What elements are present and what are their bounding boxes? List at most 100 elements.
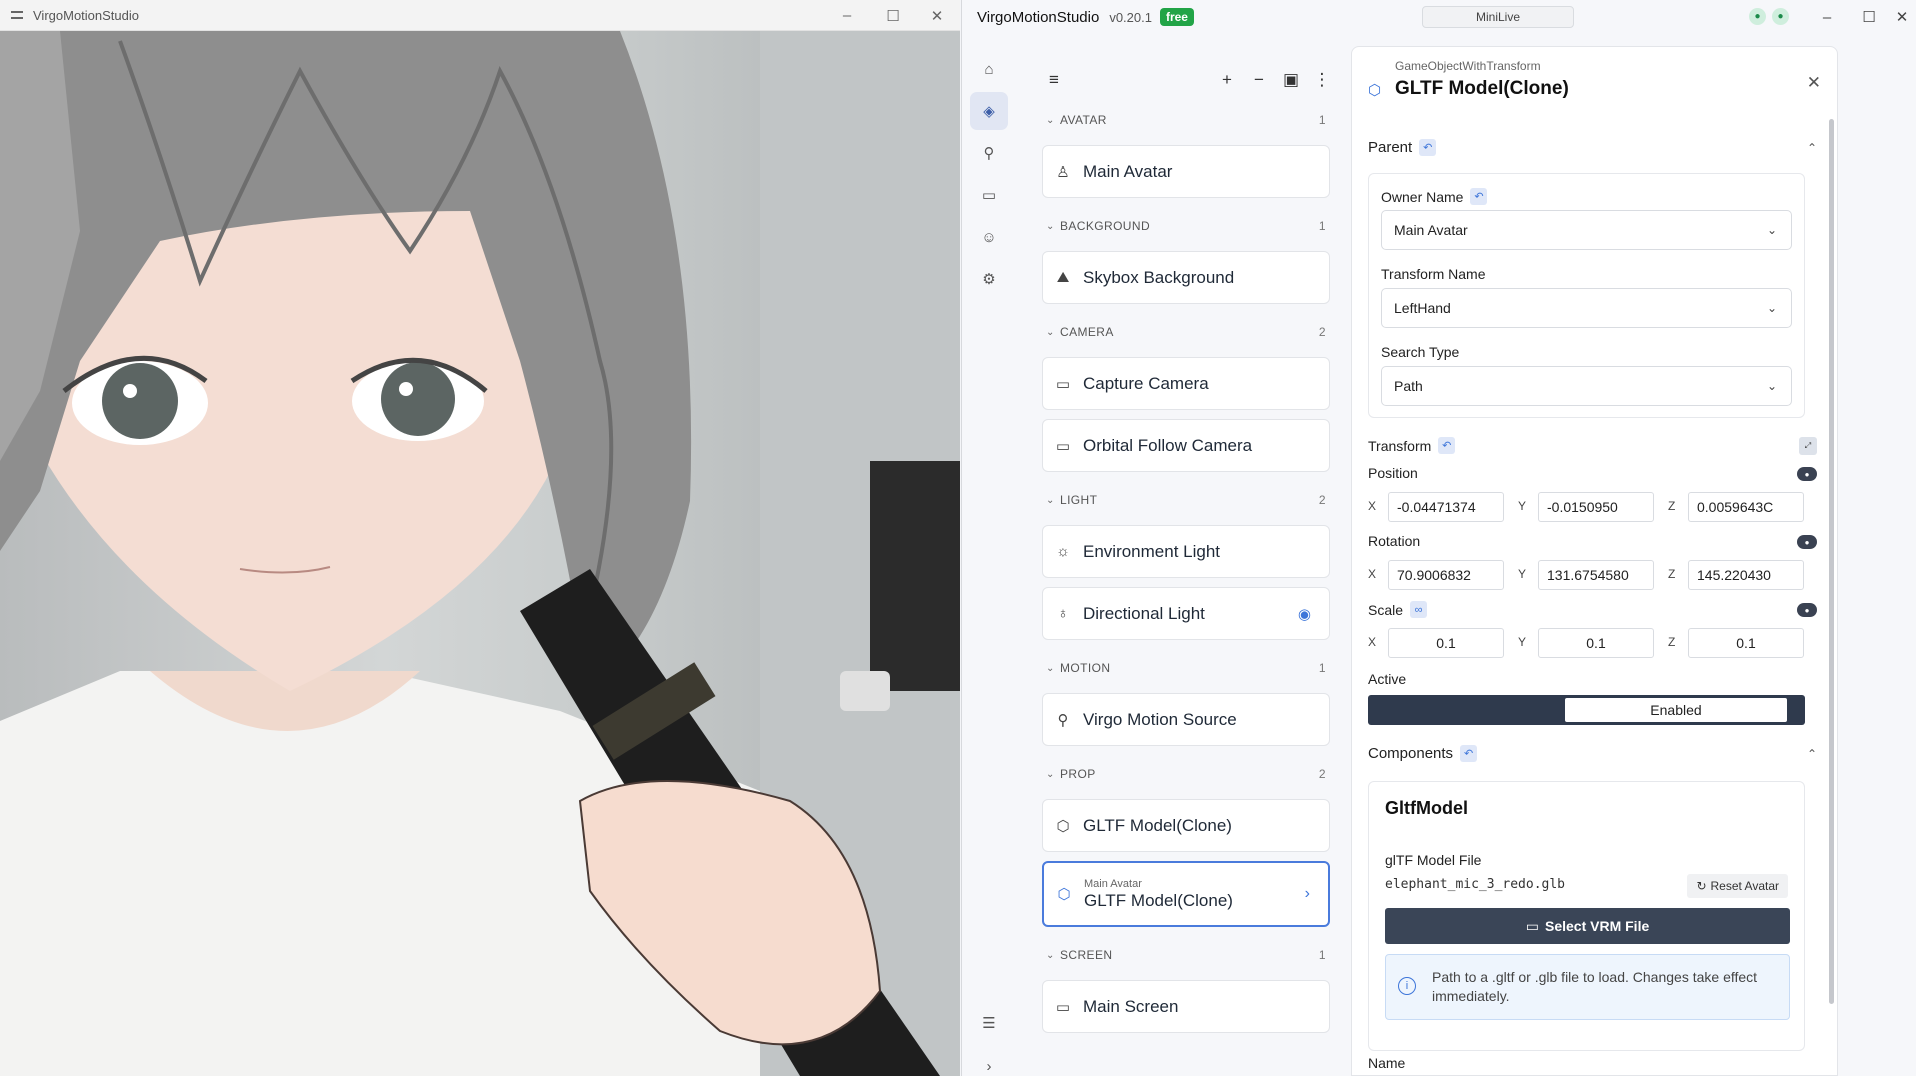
minimize-icon[interactable]: – [824,0,870,31]
file-label: glTF Model File [1385,852,1482,868]
name-label: Name [1368,1055,1406,1071]
expression-icon[interactable]: ☺ [970,218,1008,256]
section-count: 2 [1318,767,1326,781]
reset-icon[interactable]: ↶ [1470,188,1488,205]
minus-icon[interactable]: − [1247,68,1271,92]
status-tracking-icon[interactable]: ● [1772,8,1789,25]
chevron-down-icon: ⌄ [1046,494,1055,506]
list-item-skybox[interactable]: ⛰ Skybox Background [1042,251,1330,304]
section-background[interactable]: ⌄ BACKGROUND 1 [1046,216,1328,236]
owner-name-label: Owner Name ↶ [1381,188,1488,205]
link-icon[interactable]: ∞ [1410,601,1428,618]
link-toggle-icon[interactable]: ● [1797,603,1817,617]
position-z-input[interactable]: 0.0059643C [1688,492,1804,522]
monitor-icon: ▭ [1055,998,1071,1016]
viewport-window: VirgoMotionStudio – ☐ ✕ [0,0,960,1076]
scene-objects-icon[interactable]: ◈ [970,92,1008,130]
log-icon[interactable]: ☰ [970,1004,1008,1042]
list-item-motion-source[interactable]: ⚲ Virgo Motion Source [1042,693,1330,746]
home-icon[interactable]: ⌂ [970,50,1008,88]
list-item-gltf-model-selected[interactable]: ⬡ Main Avatar GLTF Model(Clone) › [1042,861,1330,927]
scale-x-input[interactable]: 0.1 [1388,628,1504,658]
reset-icon[interactable]: ↶ [1460,745,1478,762]
chevron-right-icon[interactable]: › [1305,885,1310,903]
avatar-render [0,31,960,1076]
search-type-label: Search Type [1381,344,1460,360]
app-minimize-icon[interactable]: – [1805,0,1849,34]
save-icon[interactable]: ▣ [1279,68,1303,92]
list-item-main-avatar[interactable]: ♙ Main Avatar [1042,145,1330,198]
info-icon: i [1398,977,1416,995]
chevron-up-icon[interactable]: ⌃ [1807,141,1817,155]
camera-icon[interactable]: ▭ [970,176,1008,214]
inspector-panel: ⬡ GameObjectWithTransform GLTF Model(Clo… [1351,46,1838,1076]
close-icon[interactable]: ✕ [914,0,960,31]
person-icon: ♙ [1056,163,1070,181]
settings-icon[interactable]: ⚙ [970,260,1008,298]
position-y-input[interactable]: -0.0150950 [1538,492,1654,522]
avatar-viewport[interactable] [0,31,960,1076]
video-icon: ▭ [1055,375,1071,393]
status-connection-icon[interactable]: ● [1749,8,1766,25]
object-type: GameObjectWithTransform [1395,59,1541,73]
app-name: VirgoMotionStudio [977,8,1100,26]
expand-icon[interactable]: ⤢ [1799,437,1817,455]
section-camera[interactable]: ⌄ CAMERA 2 [1046,322,1328,342]
visibility-eye-icon[interactable]: ◉ [1298,605,1311,623]
section-light[interactable]: ⌄ LIGHT 2 [1046,490,1328,510]
list-icon[interactable]: ≡ [1042,68,1066,92]
section-prop[interactable]: ⌄ PROP 2 [1046,764,1328,784]
rotation-z-input[interactable]: 145.220430 [1688,560,1804,590]
reset-icon[interactable]: ↶ [1419,139,1437,156]
section-screen[interactable]: ⌄ SCREEN 1 [1046,945,1328,965]
transform-name-select[interactable]: LeftHand ⌄ [1381,288,1792,328]
list-item-orbital-camera[interactable]: ▭ Orbital Follow Camera [1042,419,1330,472]
section-avatar[interactable]: ⌄ AVATAR 1 [1046,110,1328,130]
section-count: 2 [1318,325,1326,339]
chevron-down-icon: ⌄ [1766,379,1777,393]
rotation-y-input[interactable]: 131.6754580 [1538,560,1654,590]
rotation-x-input[interactable]: 70.9006832 [1388,560,1504,590]
gltfmodel-card: GltfModel glTF Model File elephant_mic_3… [1368,781,1805,1051]
more-vert-icon[interactable]: ⋮ [1310,68,1334,92]
section-motion[interactable]: ⌄ MOTION 1 [1046,658,1328,678]
expand-rail-icon[interactable]: › [970,1047,1008,1076]
maximize-icon[interactable]: ☐ [870,0,916,31]
scale-z-input[interactable]: 0.1 [1688,628,1804,658]
list-item-directional-light[interactable]: ♁ Directional Light ◉ [1042,587,1330,640]
plus-icon[interactable]: + [1215,68,1239,92]
minilive-button[interactable]: MiniLive [1422,6,1574,28]
link-toggle-icon[interactable]: ● [1797,535,1817,549]
inspector-title: GLTF Model(Clone) [1395,78,1569,99]
chevron-down-icon: ⌄ [1046,949,1055,961]
list-item-gltf-model[interactable]: ⬡ GLTF Model(Clone) [1042,799,1330,852]
link-toggle-icon[interactable]: ● [1797,467,1817,481]
app-close-icon[interactable]: ✕ [1880,0,1916,34]
item-parent-label: Main Avatar [1084,877,1142,890]
list-item-main-screen[interactable]: ▭ Main Screen [1042,980,1330,1033]
enabled-option[interactable]: Enabled [1565,698,1787,722]
reset-avatar-button[interactable]: ↻ Reset Avatar [1687,874,1788,898]
component-title: GltfModel [1385,798,1468,818]
section-count: 1 [1318,661,1326,675]
owner-name-select[interactable]: Main Avatar ⌄ [1381,210,1792,250]
search-type-select[interactable]: Path ⌄ [1381,366,1792,406]
close-inspector-icon[interactable]: ✕ [1807,73,1821,93]
list-item-environment-light[interactable]: ☼ Environment Light [1042,525,1330,578]
scrollbar[interactable] [1829,119,1834,1004]
chevron-down-icon: ⌄ [1046,326,1055,338]
app-window: VirgoMotionStudio v0.20.1 free MiniLive … [961,0,1916,1076]
select-vrm-file-button[interactable]: ▭ Select VRM File [1385,908,1790,944]
cube-icon: ⬡ [1368,82,1382,99]
position-x-input[interactable]: -0.04471374 [1388,492,1504,522]
chevron-up-icon[interactable]: ⌃ [1807,747,1817,761]
chevron-down-icon: ⌄ [1046,768,1055,780]
folder-icon: ▭ [1525,917,1539,934]
figure-icon: ⚲ [1057,711,1069,729]
app-menu-icon[interactable] [11,11,23,19]
chevron-down-icon: ⌄ [1046,662,1055,674]
list-item-capture-camera[interactable]: ▭ Capture Camera [1042,357,1330,410]
motion-icon[interactable]: ⚲ [970,134,1008,172]
scale-y-input[interactable]: 0.1 [1538,628,1654,658]
reset-icon[interactable]: ↶ [1438,437,1456,454]
